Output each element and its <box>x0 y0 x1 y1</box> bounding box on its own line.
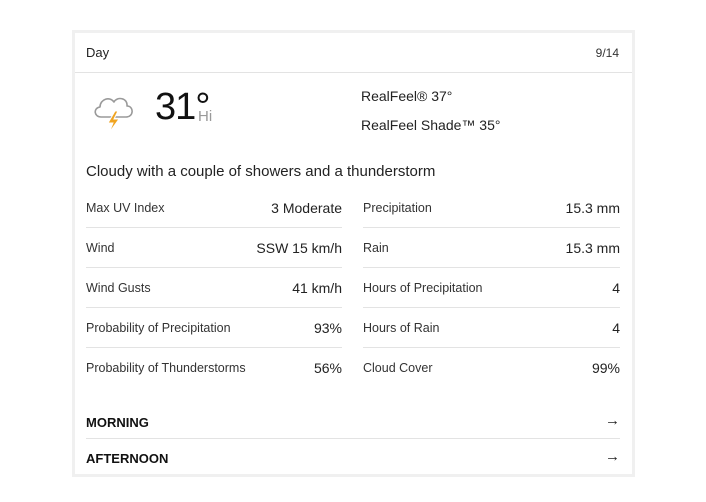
detail-row-wind-gusts: Wind Gusts 41 km/h <box>86 268 342 308</box>
realfeel-value: RealFeel® 37° <box>361 88 453 104</box>
detail-value: 15.3 mm <box>565 240 620 256</box>
detail-row-probability-of-thunderstorms: Probability of Thunderstorms 56% <box>86 348 342 388</box>
detail-label: Probability of Precipitation <box>86 321 231 335</box>
detail-label: Hours of Rain <box>363 321 440 335</box>
card-header: Day 9/14 <box>75 33 632 73</box>
detail-row-cloud-cover: Cloud Cover 99% <box>363 348 620 388</box>
detail-value: 3 Moderate <box>271 200 342 216</box>
morning-section-link[interactable]: MORNING → <box>86 403 620 439</box>
arrow-right-icon: → <box>605 448 620 465</box>
realfeel-shade-value: RealFeel Shade™ 35° <box>361 117 501 133</box>
detail-value: 15.3 mm <box>565 200 620 216</box>
card-title: Day <box>86 45 110 60</box>
detail-row-hours-of-rain: Hours of Rain 4 <box>363 308 620 348</box>
detail-row-hours-of-precipitation: Hours of Precipitation 4 <box>363 268 620 308</box>
detail-label: Wind Gusts <box>86 281 151 295</box>
thunderstorm-cloud-icon <box>88 87 138 137</box>
detail-row-precipitation: Precipitation 15.3 mm <box>363 188 620 228</box>
detail-label: Hours of Precipitation <box>363 281 483 295</box>
detail-value: SSW 15 km/h <box>256 240 342 256</box>
detail-label: Rain <box>363 241 389 255</box>
morning-label: MORNING <box>86 415 149 430</box>
card-frame: Day 9/14 31° Hi RealFeel® 37° RealFeel S… <box>72 30 635 477</box>
details-panel: Max UV Index 3 Moderate Wind SSW 15 km/h… <box>86 188 620 393</box>
temperature-hi-label: Hi <box>198 108 213 125</box>
afternoon-label: AFTERNOON <box>86 451 169 466</box>
detail-row-max-uv-index: Max UV Index 3 Moderate <box>86 188 342 228</box>
arrow-right-icon: → <box>605 412 620 429</box>
detail-row-rain: Rain 15.3 mm <box>363 228 620 268</box>
weather-phrase: Cloudy with a couple of showers and a th… <box>86 163 436 180</box>
detail-label: Probability of Thunderstorms <box>86 361 246 375</box>
detail-value: 56% <box>313 360 342 376</box>
detail-row-wind: Wind SSW 15 km/h <box>86 228 342 268</box>
afternoon-section-link[interactable]: AFTERNOON → <box>86 439 620 475</box>
detail-label: Max UV Index <box>86 201 165 215</box>
detail-value: 4 <box>612 280 620 296</box>
detail-label: Precipitation <box>363 201 432 215</box>
detail-value: 41 km/h <box>292 280 342 296</box>
detail-value: 93% <box>313 320 342 336</box>
detail-value: 4 <box>612 320 620 336</box>
detail-label: Wind <box>86 241 115 255</box>
day-forecast-card: Day 9/14 31° Hi RealFeel® 37° RealFeel S… <box>75 33 632 474</box>
detail-row-probability-of-precipitation: Probability of Precipitation 93% <box>86 308 342 348</box>
forecast-date: 9/14 <box>595 46 619 60</box>
detail-label: Cloud Cover <box>363 361 433 375</box>
detail-value: 99% <box>591 360 620 376</box>
